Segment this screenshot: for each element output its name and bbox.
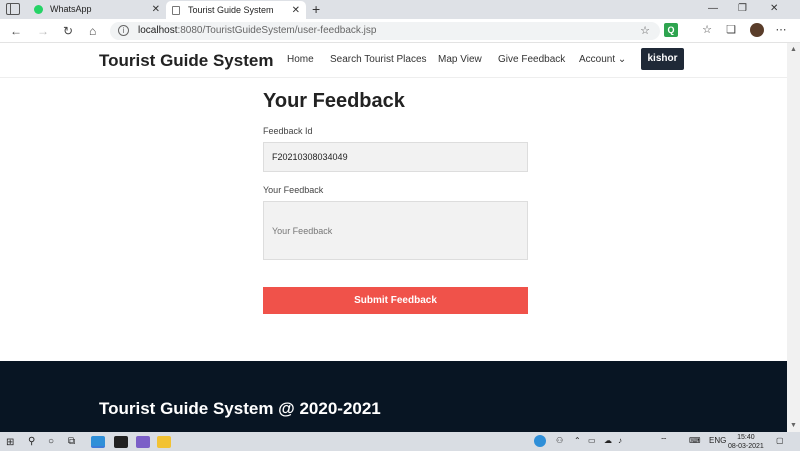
home-button[interactable]: ⌂: [89, 22, 96, 40]
feedback-textarea[interactable]: [263, 201, 528, 260]
close-tab-icon[interactable]: ✕: [292, 1, 300, 20]
site-footer: Tourist Guide System @ 2020-2021: [0, 361, 787, 432]
onedrive-icon[interactable]: ☁: [604, 436, 612, 445]
site-brand[interactable]: Tourist Guide System: [99, 51, 273, 71]
footer-text: Tourist Guide System @ 2020-2021: [99, 399, 381, 418]
nav-give-feedback[interactable]: Give Feedback: [498, 54, 565, 65]
page-title: Your Feedback: [263, 90, 405, 112]
extension-q-icon[interactable]: Q: [664, 23, 678, 37]
site-info-icon[interactable]: i: [118, 25, 129, 36]
clock-time: 15:40: [737, 434, 755, 441]
back-button[interactable]: ←: [10, 22, 22, 40]
forward-button[interactable]: →: [37, 22, 49, 40]
task-view-icon[interactable]: ⧉: [68, 435, 75, 448]
tab-title: WhatsApp: [50, 4, 92, 14]
close-tab-icon[interactable]: ✕: [152, 0, 160, 19]
edge-browser-icon[interactable]: [91, 436, 105, 448]
nav-home[interactable]: Home: [287, 54, 314, 65]
more-menu-icon[interactable]: ⋯: [774, 23, 788, 37]
tab-actions-icon[interactable]: [6, 3, 20, 15]
collections-icon[interactable]: ❏: [724, 23, 738, 37]
favorites-icon[interactable]: ☆: [700, 23, 714, 37]
scroll-down-icon[interactable]: ▼: [790, 422, 797, 429]
file-explorer-icon[interactable]: [157, 436, 171, 448]
tab-title: Tourist Guide System: [188, 5, 274, 15]
page-scrollbar[interactable]: ▲ ▼: [787, 43, 800, 432]
browser-tab-strip: WhatsApp ✕ Tourist Guide System ✕ + — ❐ …: [0, 0, 800, 19]
battery-icon[interactable]: ▭: [588, 436, 596, 445]
page-icon: [172, 6, 180, 15]
app-icon[interactable]: [136, 436, 150, 448]
feedback-id-input[interactable]: [263, 142, 528, 172]
url-text[interactable]: localhost:8080/TouristGuideSystem/user-f…: [138, 22, 376, 40]
new-tab-button[interactable]: +: [312, 0, 320, 18]
site-header: Tourist Guide System Home Search Tourist…: [0, 43, 787, 78]
show-hidden-icon[interactable]: ⌃: [574, 436, 581, 445]
profile-avatar[interactable]: [750, 23, 764, 37]
tab-tourist-guide[interactable]: Tourist Guide System ✕: [166, 1, 306, 19]
restore-button[interactable]: ❐: [738, 0, 747, 18]
minimize-button[interactable]: —: [708, 0, 718, 18]
terminal-icon[interactable]: [114, 436, 128, 448]
clock-date: 08-03-2021: [728, 443, 764, 450]
favorite-star-icon[interactable]: ☆: [640, 22, 650, 40]
url-path: :8080/TouristGuideSystem/user-feedback.j…: [177, 25, 377, 36]
language-indicator[interactable]: ENG: [709, 436, 726, 445]
whatsapp-icon: [34, 5, 43, 14]
search-icon[interactable]: ⚲: [28, 435, 35, 448]
notifications-icon[interactable]: ▢: [776, 436, 784, 445]
windows-start-icon[interactable]: ⊞: [6, 436, 14, 449]
nav-map-view[interactable]: Map View: [438, 54, 482, 65]
close-window-button[interactable]: ✕: [770, 0, 778, 18]
submit-feedback-button[interactable]: Submit Feedback: [263, 287, 528, 314]
network-icon[interactable]: ⌔: [660, 436, 668, 446]
reload-button[interactable]: ↻: [63, 22, 73, 40]
taskbar-clock[interactable]: 15:40 08-03-2021: [728, 433, 764, 451]
feedback-id-label: Feedback Id: [263, 126, 313, 136]
scroll-up-icon[interactable]: ▲: [790, 46, 797, 53]
user-button[interactable]: kishor: [641, 48, 684, 70]
nav-account-dropdown[interactable]: Account ⌄: [579, 54, 626, 65]
help-icon[interactable]: [534, 435, 546, 447]
address-bar[interactable]: i localhost:8080/TouristGuideSystem/user…: [110, 22, 660, 40]
people-icon[interactable]: ⚇: [556, 436, 563, 445]
volume-icon[interactable]: ♪: [618, 436, 622, 445]
url-host: localhost: [138, 25, 178, 36]
your-feedback-label: Your Feedback: [263, 185, 324, 195]
windows-taskbar: ⊞ ⚲ ○ ⧉ ⚇ ⌃ ▭ ☁ ♪ ⌔ ⌨ ENG 15:40 08-03-20…: [0, 432, 800, 451]
tab-whatsapp[interactable]: WhatsApp ✕: [28, 0, 166, 19]
nav-search-tourist-places[interactable]: Search Tourist Places: [330, 54, 427, 65]
browser-toolbar: ← → ↻ ⌂ i localhost:8080/TouristGuideSys…: [0, 19, 800, 43]
keyboard-icon[interactable]: ⌨: [689, 436, 701, 445]
cortana-icon[interactable]: ○: [48, 435, 54, 448]
